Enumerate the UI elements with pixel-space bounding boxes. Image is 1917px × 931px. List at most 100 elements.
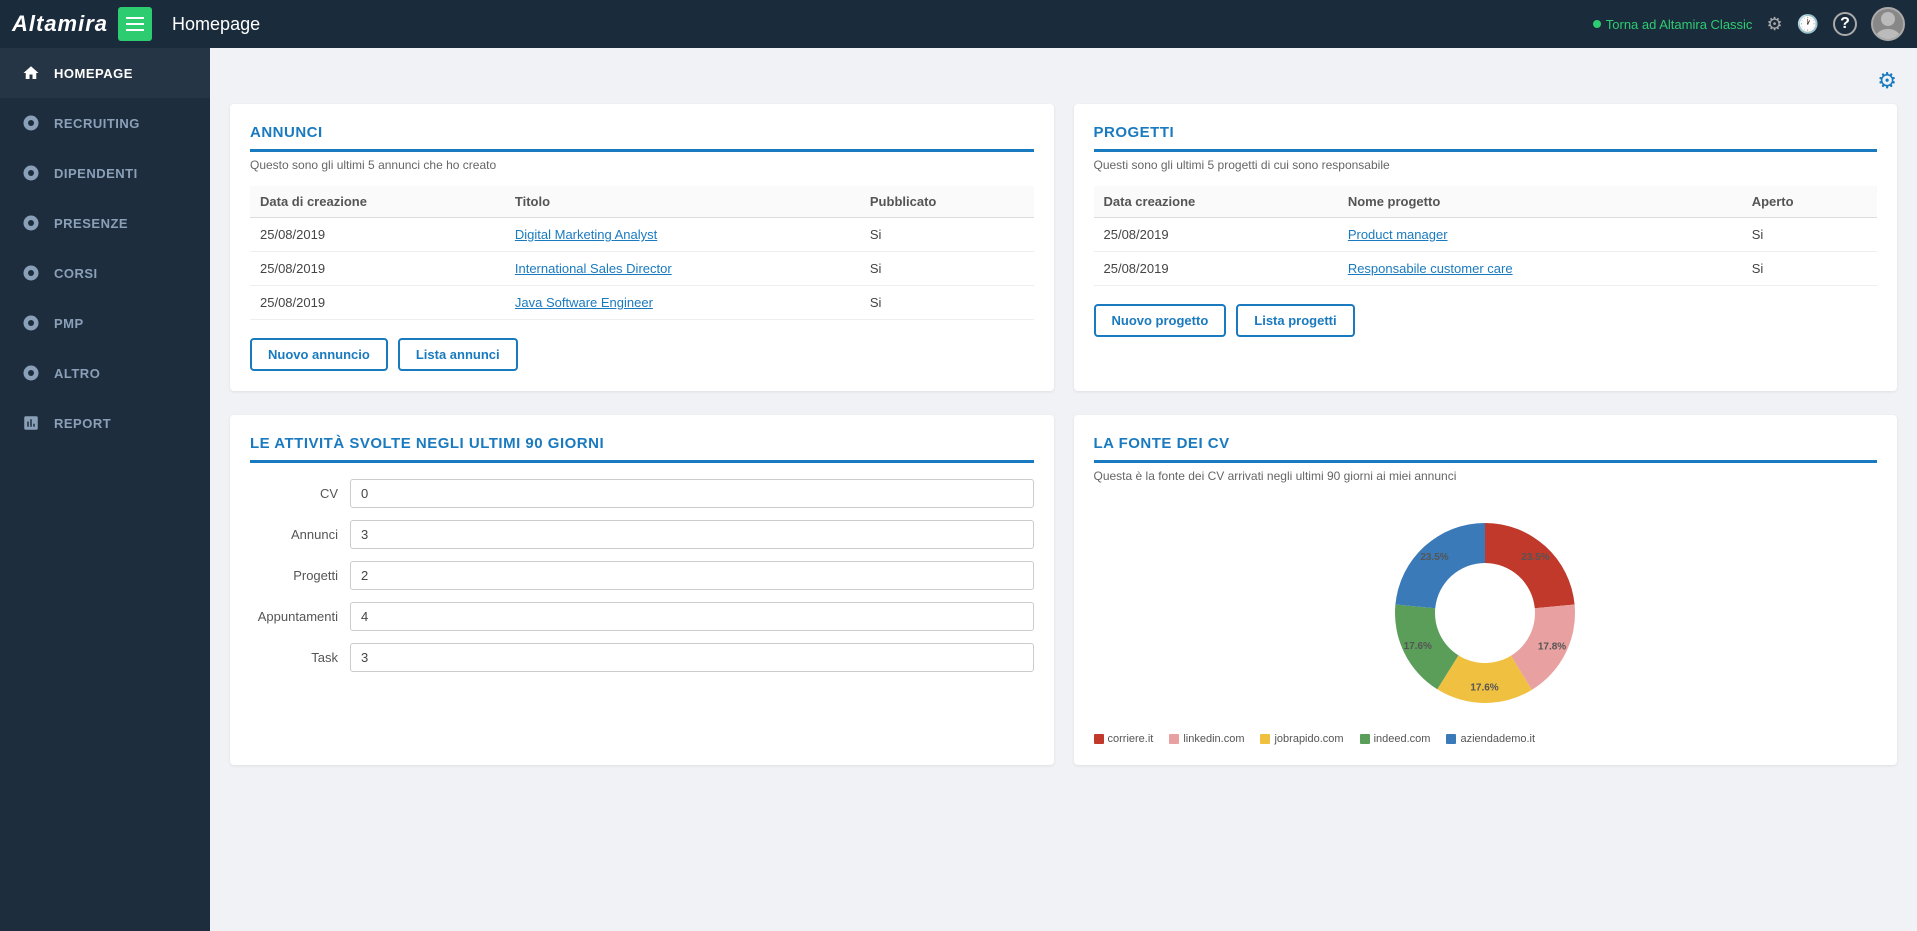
annunci-cell-date: 25/08/2019 bbox=[250, 252, 505, 286]
donut-segment-label: 23.5% bbox=[1421, 552, 1449, 563]
annunci-cell-published: Si bbox=[860, 252, 1034, 286]
lista-annunci-button[interactable]: Lista annunci bbox=[398, 338, 518, 371]
nuovo-annuncio-button[interactable]: Nuovo annuncio bbox=[250, 338, 388, 371]
donut-segment-label: 17.8% bbox=[1538, 641, 1566, 652]
page-title: Homepage bbox=[172, 14, 1593, 35]
annunci-cell-published: Si bbox=[860, 286, 1034, 320]
activity-field-task: Task 3 bbox=[250, 643, 1034, 672]
sidebar-item-homepage[interactable]: HOMEPAGE bbox=[0, 48, 210, 98]
menu-toggle-button[interactable] bbox=[118, 7, 152, 41]
donut-segment-label: 17.6% bbox=[1471, 683, 1499, 694]
activity-field-annunci: Annunci 3 bbox=[250, 520, 1034, 549]
sidebar-item-dipendenti[interactable]: DIPENDENTI bbox=[0, 148, 210, 198]
nuovo-progetto-button[interactable]: Nuovo progetto bbox=[1094, 304, 1227, 337]
cv-source-subtitle: Questa è la fonte dei CV arrivati negli … bbox=[1094, 469, 1878, 483]
progetti-cell-name[interactable]: Responsabile customer care bbox=[1338, 252, 1742, 286]
activities-title: LE ATTIVITÀ SVOLTE NEGLI ULTIMI 90 GIORN… bbox=[250, 435, 1034, 463]
classic-link-text: Torna ad Altamira Classic bbox=[1606, 17, 1753, 32]
progetti-col-date: Data creazione bbox=[1094, 186, 1338, 218]
progetti-table-row: 25/08/2019 Product manager Si bbox=[1094, 218, 1878, 252]
help-icon[interactable]: ? bbox=[1833, 12, 1857, 36]
user-avatar[interactable] bbox=[1871, 7, 1905, 41]
recruiting-icon bbox=[20, 112, 42, 134]
topbar-actions: Torna ad Altamira Classic ⚙ 🕐 ? bbox=[1593, 7, 1905, 41]
legend-dot bbox=[1169, 734, 1179, 744]
annunci-panel: ANNUNCI Questo sono gli ultimi 5 annunci… bbox=[230, 104, 1054, 391]
annunci-table-row: 25/08/2019 Java Software Engineer Si bbox=[250, 286, 1034, 320]
activity-value: 4 bbox=[350, 602, 1034, 631]
lista-progetti-button[interactable]: Lista progetti bbox=[1236, 304, 1354, 337]
donut-segment-label: 17.6% bbox=[1404, 641, 1432, 652]
progetti-cell-name[interactable]: Product manager bbox=[1338, 218, 1742, 252]
sidebar-item-report[interactable]: REPORT bbox=[0, 398, 210, 448]
pmp-icon bbox=[20, 312, 42, 334]
annunci-cell-title[interactable]: International Sales Director bbox=[505, 252, 860, 286]
activities-panel: LE ATTIVITÀ SVOLTE NEGLI ULTIMI 90 GIORN… bbox=[230, 415, 1054, 765]
annunci-title: ANNUNCI bbox=[250, 124, 1034, 152]
classic-dot bbox=[1593, 20, 1601, 28]
progetti-actions: Nuovo progetto Lista progetti bbox=[1094, 304, 1878, 337]
legend-label: corriere.it bbox=[1108, 733, 1154, 745]
sidebar-item-presenze[interactable]: PRESENZE bbox=[0, 198, 210, 248]
presenze-icon bbox=[20, 212, 42, 234]
annunci-cell-date: 25/08/2019 bbox=[250, 286, 505, 320]
progetti-cell-open: Si bbox=[1742, 252, 1877, 286]
progetti-subtitle: Questi sono gli ultimi 5 progetti di cui… bbox=[1094, 158, 1878, 172]
progetti-col-name: Nome progetto bbox=[1338, 186, 1742, 218]
legend-item: corriere.it bbox=[1094, 733, 1154, 745]
legend-dot bbox=[1260, 734, 1270, 744]
bottom-panels-row: LE ATTIVITÀ SVOLTE NEGLI ULTIMI 90 GIORN… bbox=[230, 415, 1897, 765]
sidebar-label-recruiting: RECRUITING bbox=[54, 116, 140, 131]
legend-item: jobrapido.com bbox=[1260, 733, 1343, 745]
annunci-table: Data di creazione Titolo Pubblicato 25/0… bbox=[250, 186, 1034, 320]
activity-value: 2 bbox=[350, 561, 1034, 590]
activity-value: 3 bbox=[350, 520, 1034, 549]
main-gear-area: ⚙ bbox=[230, 68, 1897, 94]
topbar: Altamira Homepage Torna ad Altamira Clas… bbox=[0, 0, 1917, 48]
sidebar-item-altro[interactable]: ALTRO bbox=[0, 348, 210, 398]
cv-source-title: LA FONTE DEI CV bbox=[1094, 435, 1878, 463]
progetti-cell-date: 25/08/2019 bbox=[1094, 218, 1338, 252]
sidebar-item-recruiting[interactable]: RECRUITING bbox=[0, 98, 210, 148]
annunci-cell-published: Si bbox=[860, 218, 1034, 252]
legend-label: aziendademo.it bbox=[1460, 733, 1535, 745]
activity-label: Annunci bbox=[250, 527, 350, 542]
dashboard-settings-button[interactable]: ⚙ bbox=[1877, 68, 1897, 94]
annunci-cell-title[interactable]: Java Software Engineer bbox=[505, 286, 860, 320]
activity-label: Progetti bbox=[250, 568, 350, 583]
legend-label: linkedin.com bbox=[1183, 733, 1244, 745]
sidebar-label-altro: ALTRO bbox=[54, 366, 100, 381]
annunci-subtitle: Questo sono gli ultimi 5 annunci che ho … bbox=[250, 158, 1034, 172]
sidebar-item-corsi[interactable]: CORSI bbox=[0, 248, 210, 298]
progetti-panel: PROGETTI Questi sono gli ultimi 5 proget… bbox=[1074, 104, 1898, 391]
activity-label: Appuntamenti bbox=[250, 609, 350, 624]
settings-icon[interactable]: ⚙ bbox=[1766, 14, 1782, 35]
sidebar-label-dipendenti: DIPENDENTI bbox=[54, 166, 138, 181]
legend-label: indeed.com bbox=[1374, 733, 1431, 745]
activity-field-cv: CV 0 bbox=[250, 479, 1034, 508]
annunci-table-row: 25/08/2019 Digital Marketing Analyst Si bbox=[250, 218, 1034, 252]
legend-label: jobrapido.com bbox=[1274, 733, 1343, 745]
sidebar-label-pmp: PMP bbox=[54, 316, 84, 331]
donut-chart-container: 23.5% 17.8% 17.6% 17.6% 23.5% bbox=[1094, 503, 1878, 723]
chart-legend: corriere.it linkedin.com jobrapido.com i… bbox=[1094, 733, 1878, 745]
clock-icon[interactable]: 🕐 bbox=[1797, 14, 1819, 35]
annunci-cell-title[interactable]: Digital Marketing Analyst bbox=[505, 218, 860, 252]
sidebar: HOMEPAGE RECRUITING DIPENDENTI PRESENZE bbox=[0, 48, 210, 931]
cv-source-panel: LA FONTE DEI CV Questa è la fonte dei CV… bbox=[1074, 415, 1898, 765]
classic-link[interactable]: Torna ad Altamira Classic bbox=[1593, 17, 1753, 32]
activity-value: 0 bbox=[350, 479, 1034, 508]
sidebar-item-pmp[interactable]: PMP bbox=[0, 298, 210, 348]
annunci-cell-date: 25/08/2019 bbox=[250, 218, 505, 252]
legend-item: indeed.com bbox=[1360, 733, 1431, 745]
sidebar-label-corsi: CORSI bbox=[54, 266, 98, 281]
corsi-icon bbox=[20, 262, 42, 284]
donut-segment-label: 23.5% bbox=[1522, 552, 1550, 563]
progetti-col-open: Aperto bbox=[1742, 186, 1877, 218]
donut-center bbox=[1445, 573, 1525, 653]
annunci-table-row: 25/08/2019 International Sales Director … bbox=[250, 252, 1034, 286]
progetti-table-row: 25/08/2019 Responsabile customer care Si bbox=[1094, 252, 1878, 286]
dipendenti-icon bbox=[20, 162, 42, 184]
sidebar-label-homepage: HOMEPAGE bbox=[54, 66, 133, 81]
donut-chart: 23.5% 17.8% 17.6% 17.6% 23.5% bbox=[1375, 503, 1595, 723]
